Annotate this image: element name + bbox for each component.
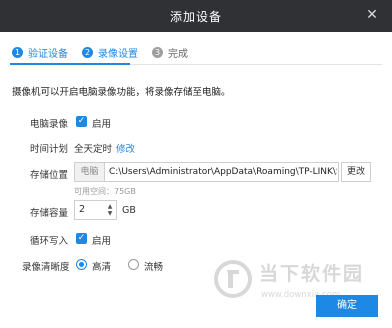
step-label: 完成 <box>168 48 188 60</box>
pc-recording-label: 电脑录像 <box>30 119 69 130</box>
stepper-down-icon[interactable]: ▼ <box>106 210 114 217</box>
watermark-text: 当下软件园 <box>259 263 365 285</box>
pc-recording-checkbox[interactable]: ✓ <box>76 116 87 127</box>
step-indicator: 1 验证设备 2 录像设置 3 完成 <box>12 44 202 60</box>
capacity-label: 存储容量 <box>30 208 69 219</box>
storage-path-field[interactable]: 电脑 C:\Users\Administrator\AppData\Roamin… <box>74 162 339 182</box>
pc-recording-option: 启用 <box>92 119 112 130</box>
storage-label: 存储位置 <box>30 170 69 181</box>
storage-path-value: C:\Users\Administrator\AppData\Roaming\T… <box>109 167 337 177</box>
step-label: 录像设置 <box>98 48 138 60</box>
capacity-value: 2 <box>79 204 86 215</box>
free-space-text: 可用空间：75GB <box>74 187 136 196</box>
loop-write-checkbox[interactable]: ✓ <box>76 233 87 244</box>
loop-write-label: 循环写入 <box>30 236 69 247</box>
clarity-label: 录像清晰度 <box>22 262 70 273</box>
step-progress-bar <box>10 63 130 65</box>
schedule-value: 全天定时 <box>74 144 113 155</box>
storage-prefix: 电脑 <box>75 163 105 181</box>
clarity-hd-radio[interactable] <box>76 259 87 270</box>
description-text: 摄像机可以开启电脑录像功能，将录像存储至电脑。 <box>12 87 231 98</box>
step-number: 3 <box>152 46 163 58</box>
clarity-hd-label: 高清 <box>92 262 112 273</box>
step-number: 1 <box>12 46 23 58</box>
capacity-stepper[interactable]: 2 ▲ ▼ <box>74 200 117 220</box>
step-recording-settings: 2 录像设置 <box>82 45 138 60</box>
watermark-logo-icon <box>214 260 252 298</box>
clarity-smooth-label: 流畅 <box>144 262 164 273</box>
schedule-modify-link[interactable]: 修改 <box>116 141 135 155</box>
stepper-up-icon[interactable]: ▲ <box>106 203 114 210</box>
dialog-title: 添加设备 <box>169 10 222 24</box>
step-verify: 1 验证设备 <box>12 45 68 60</box>
step-complete: 3 完成 <box>152 45 188 60</box>
change-path-button[interactable]: 更改 <box>341 162 371 182</box>
close-icon[interactable]: ✕ <box>364 7 380 23</box>
capacity-unit: GB <box>122 205 136 216</box>
stepper-arrows: ▲ ▼ <box>106 203 114 218</box>
dialog-titlebar: 添加设备 ✕ <box>0 0 392 32</box>
schedule-label: 时间计划 <box>30 144 69 155</box>
step-number: 2 <box>82 46 93 58</box>
step-label: 验证设备 <box>28 48 68 60</box>
loop-write-option: 启用 <box>92 236 112 247</box>
confirm-button[interactable]: 确定 <box>316 295 378 317</box>
clarity-smooth-radio[interactable] <box>128 259 139 270</box>
